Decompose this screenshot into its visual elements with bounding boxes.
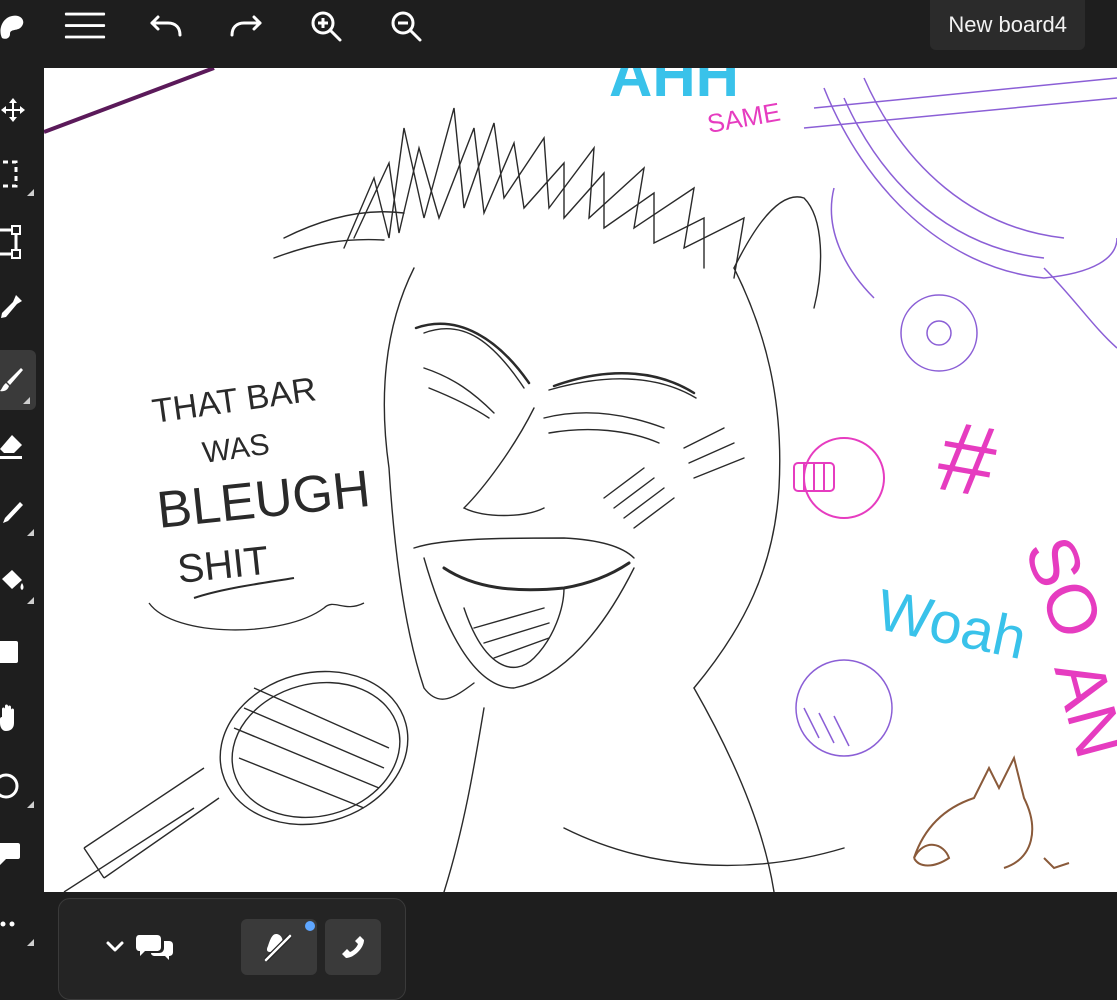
menu-icon[interactable] <box>63 8 107 44</box>
more-icon <box>0 921 15 927</box>
voice-mute-button[interactable] <box>241 919 317 975</box>
notification-dot <box>305 921 315 931</box>
bottom-chat-panel <box>58 898 406 1000</box>
pen-tool[interactable] <box>0 486 40 542</box>
chat-toggle-button[interactable] <box>95 919 185 975</box>
ellipse-icon <box>0 773 19 799</box>
ellipse-tool[interactable] <box>0 758 40 814</box>
svg-text:BLEUGH: BLEUGH <box>154 460 373 540</box>
transform-icon <box>0 225 21 259</box>
comment-tool[interactable] <box>0 826 40 882</box>
zoom-in-icon[interactable] <box>304 8 348 44</box>
eyedropper-tool[interactable] <box>0 280 40 336</box>
pink-hashtag: # <box>930 399 1005 519</box>
drawing-canvas[interactable]: THAT BAR WAS BLEUGH SHIT AHH SAME # SO A… <box>44 68 1117 892</box>
top-toolbar: New board4 <box>0 0 1117 66</box>
pink-an-text: AN <box>1040 652 1117 766</box>
eraser-tool[interactable] <box>0 418 40 474</box>
paint-bucket-icon <box>2 570 24 590</box>
brown-cat-sketch <box>913 755 1070 870</box>
select-tool[interactable] <box>0 146 40 202</box>
purple-sketch <box>803 77 1117 372</box>
speech-bubble-icon <box>0 843 20 865</box>
more-tool[interactable] <box>0 896 40 952</box>
pen-icon <box>3 502 23 523</box>
redo-icon[interactable] <box>224 8 268 44</box>
top-cyan-text: AHH <box>609 68 739 109</box>
plum-stroke <box>44 68 215 134</box>
microphone-mute-icon <box>264 934 292 962</box>
zoom-out-icon[interactable] <box>384 8 428 44</box>
pink-skull <box>793 437 885 519</box>
eyedropper-icon <box>1 295 22 318</box>
purple-creature <box>795 659 893 757</box>
logo-icon[interactable] <box>0 8 36 44</box>
rectangle-tool[interactable] <box>0 624 40 680</box>
hand-tool[interactable] <box>0 690 40 746</box>
sketch-artwork: THAT BAR WAS BLEUGH SHIT AHH SAME # SO A… <box>44 68 1117 892</box>
svg-text:THAT BAR: THAT BAR <box>150 370 319 431</box>
svg-text:WAS: WAS <box>200 428 271 470</box>
brush-tool[interactable] <box>0 350 36 410</box>
hand-icon <box>0 704 14 731</box>
move-tool[interactable] <box>0 82 40 138</box>
phone-icon <box>342 936 364 958</box>
marquee-select-icon <box>0 160 18 188</box>
eraser-icon <box>0 435 22 459</box>
call-button[interactable] <box>325 919 381 975</box>
chevron-down-icon <box>106 941 124 952</box>
undo-icon[interactable] <box>144 8 188 44</box>
board-title[interactable]: New board4 <box>930 0 1085 50</box>
brush-icon <box>0 368 23 392</box>
cyan-woah-text: Woah <box>871 577 1032 672</box>
left-toolbar <box>0 66 44 983</box>
microphone-sketch <box>63 670 409 892</box>
speech-curve <box>148 602 365 631</box>
move-icon <box>1 98 25 122</box>
fill-tool[interactable] <box>0 554 40 610</box>
transform-tool[interactable] <box>0 214 40 270</box>
rectangle-icon <box>0 641 18 663</box>
speech-text: THAT BAR WAS BLEUGH SHIT <box>150 370 373 592</box>
chat-icon <box>136 935 173 960</box>
